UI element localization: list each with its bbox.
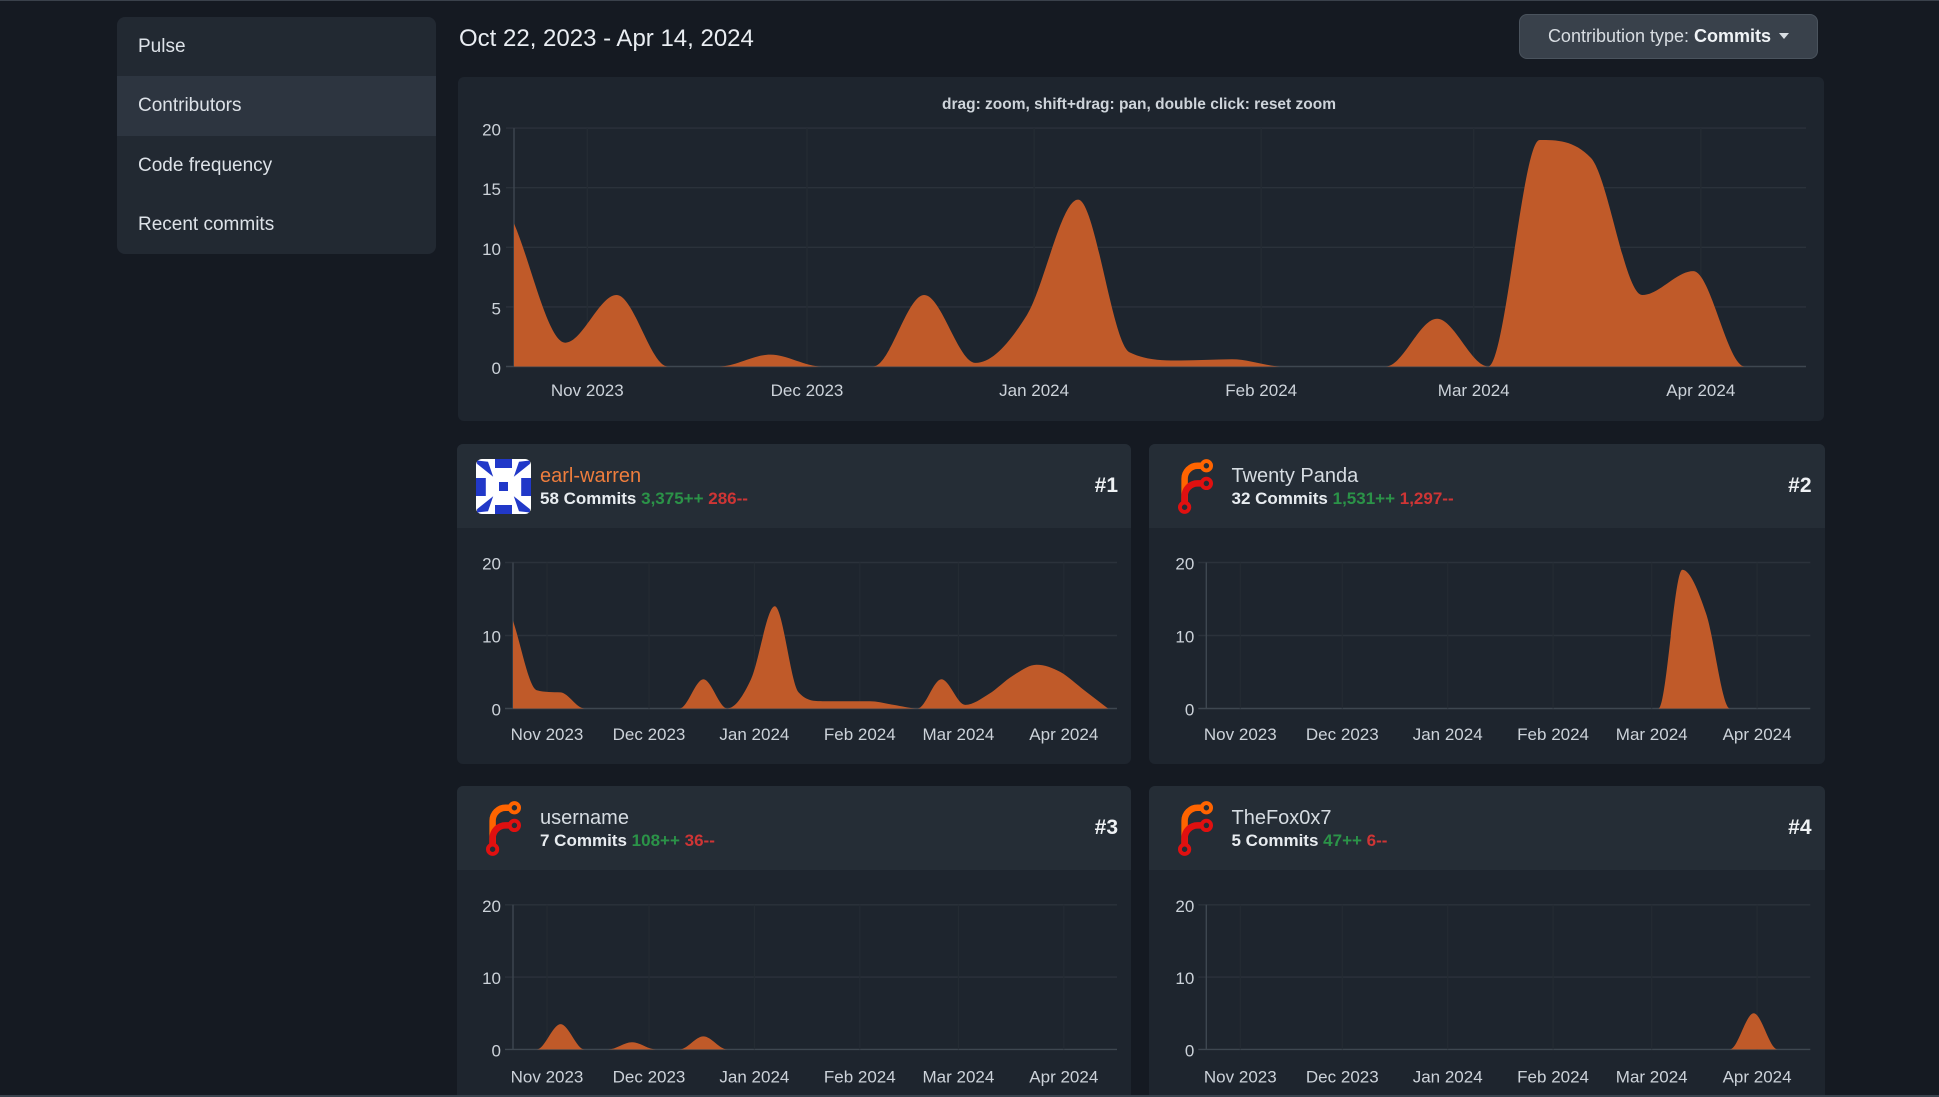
svg-text:5: 5	[492, 299, 501, 318]
svg-text:Apr 2024: Apr 2024	[1029, 725, 1098, 744]
svg-text:Feb 2024: Feb 2024	[1517, 725, 1589, 744]
svg-text:20: 20	[482, 897, 501, 916]
svg-text:Dec 2023: Dec 2023	[1305, 1067, 1378, 1086]
svg-text:Apr 2024: Apr 2024	[1666, 381, 1735, 400]
svg-text:10: 10	[482, 969, 501, 988]
svg-text:Nov 2023: Nov 2023	[511, 725, 584, 744]
svg-text:20: 20	[482, 121, 501, 140]
svg-text:Jan 2024: Jan 2024	[719, 1067, 789, 1086]
svg-text:Mar 2024: Mar 2024	[1615, 725, 1687, 744]
svg-text:Feb 2024: Feb 2024	[1517, 1067, 1589, 1086]
svg-text:Jan 2024: Jan 2024	[1412, 725, 1482, 744]
svg-text:Nov 2023: Nov 2023	[1203, 725, 1276, 744]
svg-text:20: 20	[482, 555, 501, 574]
svg-text:drag: zoom, shift+drag: pan, d: drag: zoom, shift+drag: pan, double clic…	[942, 96, 1336, 113]
svg-text:Apr 2024: Apr 2024	[1722, 1067, 1791, 1086]
svg-text:10: 10	[482, 628, 501, 647]
svg-text:Jan 2024: Jan 2024	[999, 381, 1069, 400]
svg-text:Apr 2024: Apr 2024	[1722, 725, 1791, 744]
svg-text:Feb 2024: Feb 2024	[824, 1067, 896, 1086]
svg-text:Jan 2024: Jan 2024	[719, 725, 789, 744]
svg-text:Mar 2024: Mar 2024	[922, 725, 994, 744]
svg-text:Feb 2024: Feb 2024	[824, 725, 896, 744]
svg-text:Nov 2023: Nov 2023	[551, 381, 624, 400]
svg-text:20: 20	[1175, 555, 1194, 574]
svg-text:10: 10	[482, 240, 501, 259]
svg-text:Mar 2024: Mar 2024	[1438, 381, 1510, 400]
svg-text:Dec 2023: Dec 2023	[771, 381, 844, 400]
svg-text:15: 15	[482, 180, 501, 199]
svg-text:Dec 2023: Dec 2023	[613, 1067, 686, 1086]
svg-text:0: 0	[1184, 1041, 1193, 1060]
svg-text:0: 0	[492, 359, 501, 378]
svg-text:Nov 2023: Nov 2023	[511, 1067, 584, 1086]
svg-text:0: 0	[492, 1041, 501, 1060]
svg-text:10: 10	[1175, 969, 1194, 988]
svg-text:Nov 2023: Nov 2023	[1203, 1067, 1276, 1086]
svg-text:0: 0	[1184, 701, 1193, 720]
svg-text:0: 0	[492, 701, 501, 720]
svg-text:Jan 2024: Jan 2024	[1412, 1067, 1482, 1086]
svg-text:Dec 2023: Dec 2023	[613, 725, 686, 744]
svg-text:Mar 2024: Mar 2024	[922, 1067, 994, 1086]
svg-text:Mar 2024: Mar 2024	[1615, 1067, 1687, 1086]
svg-text:Dec 2023: Dec 2023	[1305, 725, 1378, 744]
svg-text:Apr 2024: Apr 2024	[1029, 1067, 1098, 1086]
svg-text:10: 10	[1175, 628, 1194, 647]
svg-text:Feb 2024: Feb 2024	[1225, 381, 1297, 400]
svg-text:20: 20	[1175, 897, 1194, 916]
